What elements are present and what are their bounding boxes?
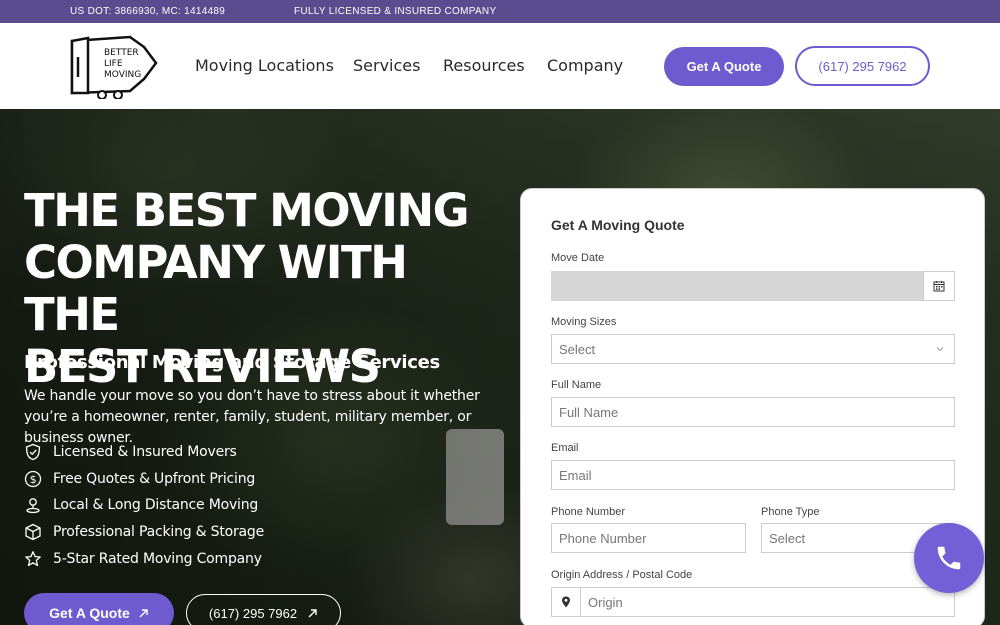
calendar-icon [933,281,945,292]
site-header: BETTER LIFE MOVING Moving Locations Serv… [0,23,1000,109]
star-icon [25,550,41,566]
hero-subtitle: Professional Moving and Storage Services [24,352,440,373]
top-info-bar: US DOT: 3866930, MC: 1414489 FULLY LICEN… [0,0,1000,23]
list-item: 5-Star Rated Moving Company [24,550,264,577]
chevron-down-icon [936,347,944,352]
header-phone-button[interactable]: (617) 295 7962 [795,46,930,86]
form-title: Get A Moving Quote [551,217,685,233]
map-pin-icon [562,596,570,608]
box-icon [25,523,41,541]
hero-get-quote-button[interactable]: Get A Quote [24,593,174,625]
move-date-input[interactable] [551,271,924,301]
email-label: Email [551,442,579,454]
phone-number-label: Phone Number [551,506,625,518]
shield-check-icon [25,443,41,461]
location-pin-icon [26,498,40,514]
company-logo[interactable]: BETTER LIFE MOVING [68,33,160,100]
origin-label: Origin Address / Postal Code [551,569,693,581]
phone-type-label: Phone Type [761,506,820,518]
logo-word-1: BETTER [104,48,139,58]
list-item: Professional Packing & Storage [24,523,264,550]
full-name-input[interactable]: Full Name [551,397,955,427]
move-date-label: Move Date [551,252,605,264]
full-name-label: Full Name [551,379,602,391]
phone-number-input[interactable]: Phone Number [551,523,746,553]
nav-resources[interactable]: Resources [443,56,525,75]
feature-list: Licensed & Insured Movers $ Free Quotes … [24,443,264,576]
email-field[interactable]: Email [551,460,955,490]
license-notice: FULLY LICENSED & INSURED COMPANY [294,6,497,17]
header-get-quote-button[interactable]: Get A Quote [664,47,784,86]
arrow-up-right-icon [308,608,317,617]
call-button[interactable] [914,523,984,593]
hero-title-line-1: THE BEST MOVING [24,184,470,237]
calendar-button[interactable] [923,271,955,301]
arrow-up-right-icon [139,608,148,617]
dot-number: US DOT: 3866930, MC: 1414489 [70,6,226,17]
logo-word-3: MOVING [104,70,141,80]
moving-sizes-label: Moving Sizes [551,316,617,328]
svg-text:$: $ [30,473,37,486]
nav-services[interactable]: Services [353,56,420,75]
hero-section: THE BEST MOVING COMPANY WITH THE BEST RE… [0,109,1000,625]
list-item: Licensed & Insured Movers [24,443,264,470]
hero-title-line-2: COMPANY WITH THE [24,236,408,341]
list-item: Local & Long Distance Moving [24,496,264,523]
nav-moving-locations[interactable]: Moving Locations [195,56,334,75]
nav-company[interactable]: Company [547,56,623,75]
phone-icon [937,546,961,570]
hero-description: We handle your move so you don’t have to… [24,388,480,446]
origin-pin-button[interactable] [551,587,581,617]
origin-input[interactable]: Origin [580,587,955,617]
logo-word-2: LIFE [104,59,123,69]
list-item: $ Free Quotes & Upfront Pricing [24,470,264,497]
hero-phone-button[interactable]: (617) 295 7962 [186,594,341,625]
dollar-icon: $ [24,470,42,487]
moving-sizes-select[interactable]: Select [551,334,955,364]
